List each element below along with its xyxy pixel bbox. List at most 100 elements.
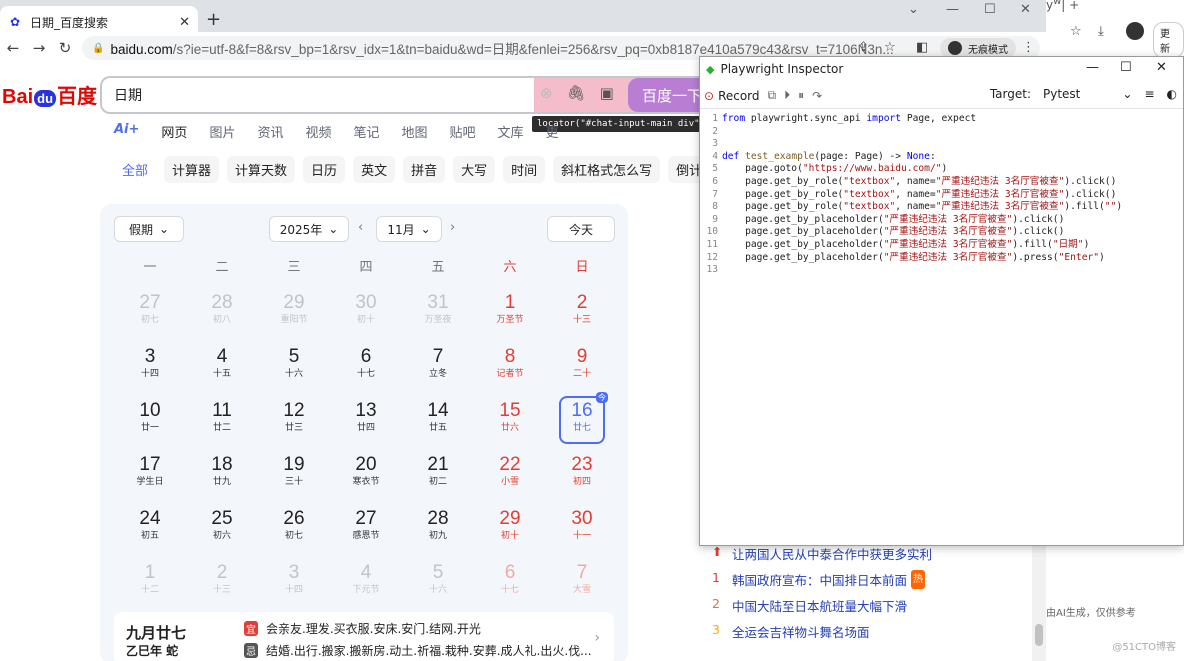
back-icon[interactable]: ← bbox=[0, 39, 26, 57]
pause-icon[interactable]: ⏸ bbox=[798, 88, 804, 103]
maximize-icon[interactable]: ☐ bbox=[1120, 60, 1132, 75]
calendar-day[interactable]: 27 感恩节 bbox=[330, 504, 402, 558]
year-select[interactable]: 2025年 ⌄ bbox=[269, 216, 349, 242]
clear-icon[interactable]: ⊗ bbox=[540, 84, 553, 102]
calendar-day[interactable]: 28 初八 bbox=[186, 288, 258, 342]
calendar-day[interactable]: 5 十六 bbox=[402, 558, 474, 612]
close-icon[interactable]: ✕ bbox=[1156, 60, 1167, 75]
next-month-icon[interactable]: › bbox=[450, 220, 455, 235]
calendar-day[interactable]: 13 廿四 bbox=[330, 396, 402, 450]
calendar-day[interactable]: 6 十七 bbox=[474, 558, 546, 612]
calendar-day[interactable]: 17 学生日 bbox=[114, 450, 186, 504]
record-button[interactable]: Record bbox=[718, 89, 759, 103]
star-icon[interactable]: ☆ bbox=[1070, 24, 1082, 39]
calendar-day[interactable]: 26 初七 bbox=[258, 504, 330, 558]
calendar-day[interactable]: 30 初十 bbox=[330, 288, 402, 342]
calendar-day[interactable]: 19 三十 bbox=[258, 450, 330, 504]
reload-icon[interactable]: ↻ bbox=[52, 39, 78, 57]
scrollbar-thumb[interactable] bbox=[1035, 624, 1043, 646]
step-icon[interactable]: ↷ bbox=[812, 89, 822, 103]
calendar-day[interactable]: 6 十七 bbox=[330, 342, 402, 396]
tab-search-icon[interactable]: ⌄ bbox=[908, 2, 919, 17]
filter-chip[interactable]: 计算天数 bbox=[227, 156, 296, 183]
calendar-day[interactable]: 7 立冬 bbox=[402, 342, 474, 396]
chevron-right-icon[interactable]: › bbox=[594, 630, 600, 646]
search-button[interactable]: 百度一下 bbox=[628, 78, 708, 112]
calendar-day[interactable]: 5 十六 bbox=[258, 342, 330, 396]
nav-item[interactable]: 笔记 bbox=[353, 122, 379, 141]
incognito-badge[interactable]: 无痕模式 bbox=[940, 38, 1016, 58]
calendar-day[interactable]: 11 廿二 bbox=[186, 396, 258, 450]
filter-chip[interactable]: 全部 bbox=[114, 156, 157, 183]
calendar-day[interactable]: 3 十四 bbox=[114, 342, 186, 396]
baidu-logo[interactable]: Bai du 百度 bbox=[2, 80, 97, 109]
theme-icon[interactable]: ◐ bbox=[1167, 87, 1177, 101]
bookmark-star-icon[interactable]: ☆ bbox=[884, 40, 896, 55]
close-tab-icon[interactable]: ✕ bbox=[179, 15, 190, 30]
download-icon[interactable]: ⤓ bbox=[1098, 24, 1104, 39]
new-tab-icon[interactable]: + bbox=[206, 9, 221, 30]
filter-chip[interactable]: 时间 bbox=[503, 156, 546, 183]
minimize-icon[interactable]: — bbox=[1086, 60, 1099, 75]
ai-nav-item[interactable]: Ai+ bbox=[114, 122, 139, 141]
filter-chip[interactable]: 斜杠格式怎么写 bbox=[553, 156, 661, 183]
close-window-icon[interactable]: ✕ bbox=[1020, 2, 1031, 17]
nav-item[interactable]: 文库 bbox=[498, 122, 524, 141]
maximize-icon[interactable]: ☐ bbox=[984, 2, 996, 17]
calendar-day[interactable]: 21 初二 bbox=[402, 450, 474, 504]
calendar-day[interactable]: 23 初四 bbox=[546, 450, 618, 504]
holiday-select[interactable]: 假期 ⌄ bbox=[114, 216, 184, 242]
nav-item[interactable]: 贴吧 bbox=[450, 122, 476, 141]
calendar-day[interactable]: 8 记者节 bbox=[474, 342, 546, 396]
filter-chip[interactable]: 大写 bbox=[453, 156, 496, 183]
forward-icon[interactable]: → bbox=[26, 39, 52, 57]
today-button[interactable]: 今天 bbox=[547, 216, 615, 242]
calendar-day[interactable]: 20 寒衣节 bbox=[330, 450, 402, 504]
calendar-day[interactable]: 2 十三 bbox=[546, 288, 618, 342]
calendar-day[interactable]: 1 十二 bbox=[114, 558, 186, 612]
profile-icon[interactable] bbox=[1126, 22, 1144, 40]
calendar-day[interactable]: 2 十三 bbox=[186, 558, 258, 612]
calendar-day[interactable]: 3 十四 bbox=[258, 558, 330, 612]
nav-item[interactable]: 地图 bbox=[402, 122, 428, 141]
attachment-icon[interactable]: 🖇 bbox=[567, 84, 586, 102]
code-editor[interactable]: 1 from playwright.sync_api import Page, e… bbox=[700, 113, 1183, 277]
hot-item[interactable]: 1 韩国政府宣布：中国排日本前面热 bbox=[712, 570, 926, 589]
calendar-day[interactable]: 4 十五 bbox=[186, 342, 258, 396]
prev-month-icon[interactable]: ‹ bbox=[358, 220, 363, 235]
share-icon[interactable]: ⇪ bbox=[858, 40, 869, 55]
almanac-card[interactable]: 九月廿七 乙巳年 蛇 宜会亲友.理发.买衣服.安床.安门.结网.开光 忌结婚.出… bbox=[114, 612, 614, 661]
calendar-day[interactable]: 9 二十 bbox=[546, 342, 618, 396]
calendar-day[interactable]: 7 大雪 bbox=[546, 558, 618, 612]
hot-item[interactable]: 3 全运会吉祥物斗舞名场面 bbox=[712, 622, 870, 641]
nav-item[interactable]: 视频 bbox=[305, 122, 331, 141]
record-icon[interactable]: ⊙ bbox=[704, 89, 714, 103]
nav-item[interactable]: 资讯 bbox=[257, 122, 283, 141]
minimize-icon[interactable]: — bbox=[946, 2, 959, 17]
calendar-day[interactable]: 22 小雪 bbox=[474, 450, 546, 504]
calendar-day[interactable]: 28 初九 bbox=[402, 504, 474, 558]
list-icon[interactable]: ≡ bbox=[1144, 87, 1154, 101]
calendar-day[interactable]: 31 万圣夜 bbox=[402, 288, 474, 342]
target-select[interactable]: Target: Pytest ⌄ ≡ ◐ bbox=[990, 87, 1177, 101]
nav-item[interactable]: 图片 bbox=[209, 122, 235, 141]
calendar-day[interactable]: 10 廿一 bbox=[114, 396, 186, 450]
filter-chip[interactable]: 英文 bbox=[353, 156, 396, 183]
resume-icon[interactable]: ⏵ bbox=[784, 88, 790, 103]
calendar-day[interactable]: 24 初五 bbox=[114, 504, 186, 558]
image-search-icon[interactable]: ▣ bbox=[600, 84, 614, 102]
nav-item[interactable]: 网页 bbox=[161, 122, 187, 141]
calendar-day[interactable]: 18 廿九 bbox=[186, 450, 258, 504]
calendar-day[interactable]: 29 重阳节 bbox=[258, 288, 330, 342]
calendar-day-today[interactable]: 16 廿七 今 bbox=[559, 392, 608, 444]
filter-chip[interactable]: 拼音 bbox=[403, 156, 446, 183]
menu-icon[interactable]: ⋮ bbox=[1022, 40, 1035, 55]
hot-item[interactable]: ⬆ 让两国人民从中泰合作中获更多实利 bbox=[712, 544, 932, 563]
calendar-day[interactable]: 12 廿三 bbox=[258, 396, 330, 450]
nav-item[interactable]: 更 bbox=[546, 122, 559, 141]
calendar-day[interactable]: 30 十一 bbox=[546, 504, 618, 558]
calendar-day[interactable]: 15 廿六 bbox=[474, 396, 546, 450]
calendar-day[interactable]: 14 廿五 bbox=[402, 396, 474, 450]
calendar-day[interactable]: 27 初七 bbox=[114, 288, 186, 342]
filter-chip[interactable]: 日历 bbox=[303, 156, 346, 183]
